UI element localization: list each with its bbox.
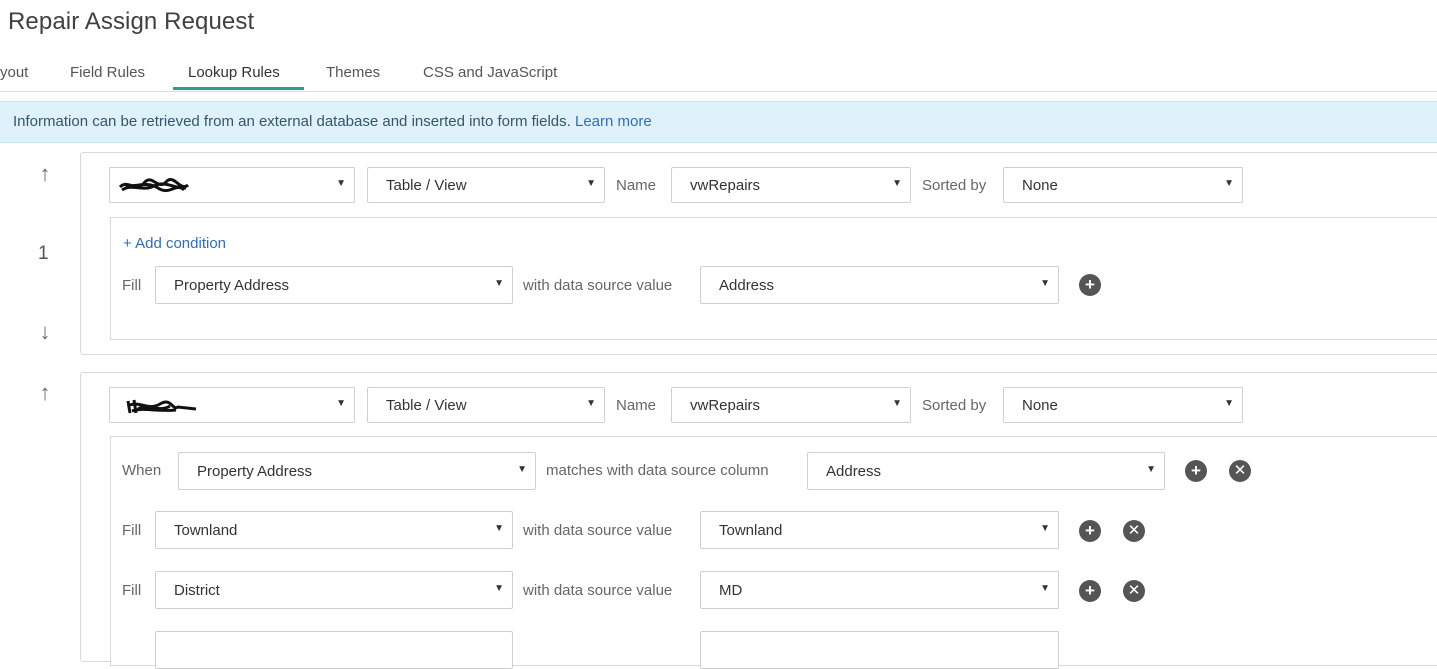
fill-field-select[interactable]: District ▼ [155, 571, 513, 609]
rule-number: 1 [38, 243, 49, 264]
with-value-label: with data source value [523, 522, 673, 539]
fill-field-select-partial[interactable] [155, 631, 513, 669]
fill-label: Fill [122, 277, 142, 294]
sorted-by-select[interactable]: None ▼ [1003, 387, 1243, 423]
matches-label: matches with data source column [546, 462, 769, 479]
source-type-select[interactable]: Table / View ▼ [367, 167, 605, 203]
add-condition-link[interactable]: + Add condition [123, 235, 226, 252]
with-value-label: with data source value [523, 582, 673, 599]
caret-down-icon: ▼ [892, 398, 902, 409]
active-tab-indicator [173, 87, 304, 90]
info-text: Information can be retrieved from an ext… [13, 113, 571, 130]
tab-bar: yout Field Rules Lookup Rules Themes CSS… [0, 56, 1437, 92]
x-circle-icon[interactable]: ✕ [1123, 580, 1145, 602]
fill-field-select[interactable]: Property Address ▼ [155, 266, 513, 304]
info-message: Information can be retrieved from an ext… [13, 113, 652, 130]
fill-label: Fill [122, 582, 142, 599]
caret-down-icon: ▼ [336, 178, 346, 189]
conditions-box: + Add condition Fill Property Address ▼ … [110, 217, 1437, 340]
sorted-by-label: Sorted by [922, 397, 987, 414]
learn-more-link[interactable]: Learn more [575, 113, 652, 130]
conditions-box: When Property Address ▼ matches with dat… [110, 436, 1437, 669]
source-type-select[interactable]: Table / View ▼ [367, 387, 605, 423]
fill-label: Fill [122, 522, 142, 539]
move-down-arrow-icon[interactable]: ↓ [33, 320, 57, 344]
tab-layout[interactable]: yout [0, 64, 28, 81]
data-source-value: MD [719, 582, 743, 599]
caret-down-icon: ▼ [1040, 583, 1050, 594]
caret-down-icon: ▼ [586, 178, 596, 189]
caret-down-icon: ▼ [494, 523, 504, 534]
data-source-value-select[interactable]: Address ▼ [700, 266, 1059, 304]
when-column-select[interactable]: Address ▼ [807, 452, 1165, 490]
sorted-by-label: Sorted by [922, 177, 987, 194]
when-column-value: Address [826, 463, 882, 480]
redacted-scribble-icon [126, 399, 197, 414]
caret-down-icon: ▼ [1146, 464, 1156, 475]
name-label: Name [616, 177, 657, 194]
caret-down-icon: ▼ [1040, 278, 1050, 289]
move-up-arrow-icon[interactable]: ↑ [33, 381, 57, 405]
caret-down-icon: ▼ [586, 398, 596, 409]
fill-field-value: Townland [174, 522, 238, 539]
caret-down-icon: ▼ [1040, 523, 1050, 534]
data-source-value: Address [719, 277, 775, 294]
table-name-select[interactable]: vwRepairs ▼ [671, 387, 911, 423]
source-type-value: Table / View [386, 397, 467, 414]
lookup-rule-card: ▼ Table / View ▼ Name vwRepairs ▼ Sorted… [80, 152, 1437, 355]
tab-lookup-rules[interactable]: Lookup Rules [188, 64, 280, 81]
caret-down-icon: ▼ [494, 278, 504, 289]
fill-field-value: District [174, 582, 220, 599]
data-source-select[interactable]: ▼ [109, 167, 355, 203]
sorted-by-value: None [1022, 397, 1058, 414]
data-source-select[interactable]: ▼ [109, 387, 355, 423]
table-name-value: vwRepairs [690, 397, 761, 414]
plus-circle-icon[interactable]: + [1079, 520, 1101, 542]
when-label: When [122, 462, 162, 479]
move-up-arrow-icon[interactable]: ↑ [33, 162, 57, 186]
source-type-value: Table / View [386, 177, 467, 194]
sorted-by-select[interactable]: None ▼ [1003, 167, 1243, 203]
plus-circle-icon[interactable]: + [1079, 580, 1101, 602]
caret-down-icon: ▼ [517, 464, 527, 475]
tab-css-javascript[interactable]: CSS and JavaScript [423, 64, 557, 81]
page-title: Repair Assign Request [8, 8, 255, 35]
fill-field-select[interactable]: Townland ▼ [155, 511, 513, 549]
lookup-rule-card: ▼ Table / View ▼ Name vwRepairs ▼ Sorted… [80, 372, 1437, 669]
data-source-value-select[interactable]: Townland ▼ [700, 511, 1059, 549]
info-banner: Information can be retrieved from an ext… [0, 101, 1437, 143]
fill-field-value: Property Address [174, 277, 290, 294]
table-name-select[interactable]: vwRepairs ▼ [671, 167, 911, 203]
name-label: Name [616, 397, 657, 414]
x-circle-icon[interactable]: ✕ [1229, 460, 1251, 482]
tab-themes[interactable]: Themes [326, 64, 380, 81]
data-source-value-select[interactable]: MD ▼ [700, 571, 1059, 609]
plus-circle-icon[interactable]: + [1185, 460, 1207, 482]
table-name-value: vwRepairs [690, 177, 761, 194]
data-source-value: Townland [719, 522, 783, 539]
sorted-by-value: None [1022, 177, 1058, 194]
data-source-value-select-partial[interactable] [700, 631, 1059, 669]
caret-down-icon: ▼ [494, 583, 504, 594]
caret-down-icon: ▼ [892, 178, 902, 189]
caret-down-icon: ▼ [1224, 398, 1234, 409]
when-field-value: Property Address [197, 463, 313, 480]
tab-field-rules[interactable]: Field Rules [70, 64, 145, 81]
caret-down-icon: ▼ [1224, 178, 1234, 189]
with-value-label: with data source value [523, 277, 673, 294]
x-circle-icon[interactable]: ✕ [1123, 520, 1145, 542]
when-field-select[interactable]: Property Address ▼ [178, 452, 536, 490]
plus-circle-icon[interactable]: + [1079, 274, 1101, 296]
caret-down-icon: ▼ [336, 398, 346, 409]
redacted-scribble-icon [118, 178, 189, 193]
